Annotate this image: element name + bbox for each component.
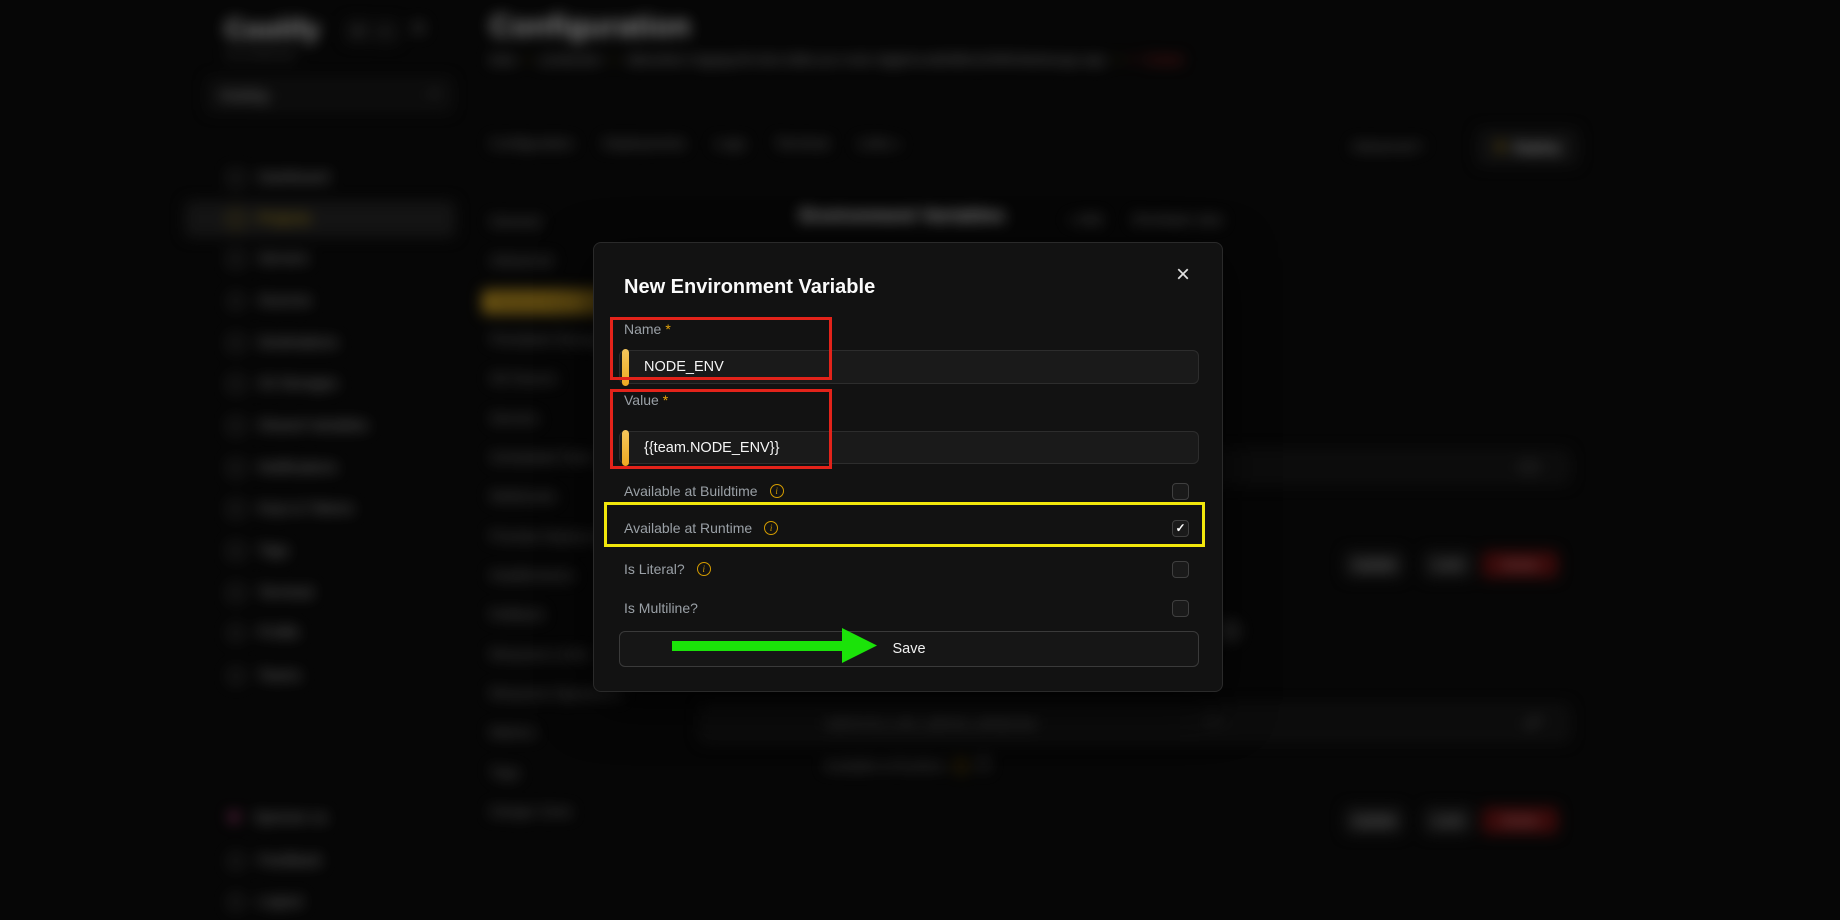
- app-window: Coolify v4.0.0-beta.323 ⌘K ≡ Hosting + D…: [0, 0, 1840, 920]
- save-button[interactable]: Save: [619, 631, 1199, 667]
- modal-title: New Environment Variable: [624, 276, 875, 299]
- new-env-var-modal: New Environment Variable × Name* NODE_EN…: [593, 242, 1223, 692]
- literal-checkbox[interactable]: [1172, 561, 1189, 578]
- close-icon[interactable]: ×: [1176, 263, 1190, 287]
- info-icon[interactable]: i: [697, 562, 711, 576]
- literal-label: Is Literal?: [624, 561, 685, 577]
- required-asterisk: *: [665, 321, 670, 337]
- required-asterisk: *: [663, 392, 668, 408]
- multiline-label: Is Multiline?: [624, 600, 698, 616]
- option-row-runtime: Available at Runtime i ✓: [624, 518, 1189, 538]
- runtime-checkbox-checked[interactable]: ✓: [1172, 520, 1189, 537]
- buildtime-checkbox[interactable]: [1172, 483, 1189, 500]
- modified-indicator: [622, 349, 629, 386]
- info-icon[interactable]: i: [770, 484, 784, 498]
- checkmark-icon: ✓: [1175, 521, 1185, 535]
- multiline-checkbox[interactable]: [1172, 600, 1189, 617]
- runtime-label: Available at Runtime: [624, 520, 752, 536]
- value-field-label: Value*: [624, 392, 668, 408]
- name-input[interactable]: NODE_ENV: [619, 350, 1199, 384]
- modified-indicator: [622, 430, 629, 466]
- name-input-value: NODE_ENV: [644, 359, 724, 375]
- value-input-value: {{team.NODE_ENV}}: [644, 440, 779, 456]
- name-field-label: Name*: [624, 321, 671, 337]
- option-row-buildtime: Available at Buildtime i: [624, 481, 1189, 501]
- option-row-literal: Is Literal? i: [624, 559, 1189, 579]
- info-icon[interactable]: i: [764, 521, 778, 535]
- buildtime-label: Available at Buildtime: [624, 483, 758, 499]
- value-input[interactable]: {{team.NODE_ENV}}: [619, 431, 1199, 464]
- option-row-multiline: Is Multiline?: [624, 598, 1189, 618]
